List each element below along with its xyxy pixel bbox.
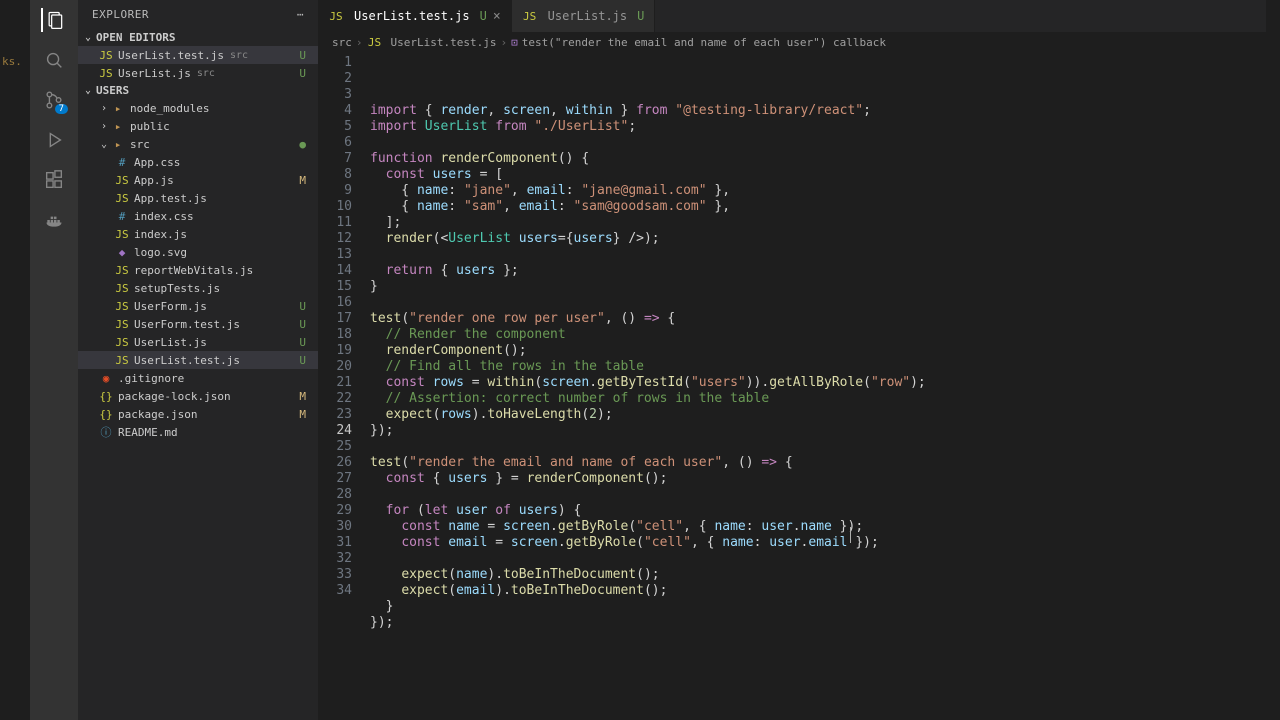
code-line[interactable]: test("render the email and name of each … [370,455,1266,471]
code-line[interactable]: expect(rows).toHaveLength(2); [370,407,1266,423]
file-item[interactable]: ⓘREADME.md [78,423,318,441]
code-line[interactable]: // Render the component [370,327,1266,343]
code-line[interactable]: ]; [370,215,1266,231]
code-line[interactable]: const name = screen.getByRole("cell", { … [370,519,1266,535]
sidebar-title: EXPLORER [92,8,149,21]
code-line[interactable]: }); [370,423,1266,439]
file-item[interactable]: ◆logo.svg [78,243,318,261]
right-edge [1266,0,1280,720]
tab-bar: JSUserList.test.jsU×JSUserList.jsU [318,0,1266,32]
editor[interactable]: 1234567891011121314151617181920212223242… [318,53,1266,720]
extensions-icon[interactable] [42,168,66,192]
file-item[interactable]: {}package-lock.jsonM [78,387,318,405]
breadcrumb[interactable]: src›JSUserList.test.js›⊡test("render the… [318,32,1266,53]
code-line[interactable]: const rows = within(screen.getByTestId("… [370,375,1266,391]
folder-item[interactable]: ›▸node_modules [78,99,318,117]
docker-icon[interactable] [42,208,66,232]
file-item[interactable]: {}package.jsonM [78,405,318,423]
breadcrumb-segment[interactable]: test("render the email and name of each … [522,36,886,49]
file-item[interactable]: JSApp.test.js [78,189,318,207]
code-line[interactable] [370,247,1266,263]
editor-area: JSUserList.test.jsU×JSUserList.jsU src›J… [318,0,1266,720]
activity-bar: 7 [30,0,78,720]
code-line[interactable]: render(<UserList users={users} />); [370,231,1266,247]
open-editors-list: JSUserList.test.jssrcUJSUserList.jssrcU [78,46,318,82]
code-line[interactable]: // Assertion: correct number of rows in … [370,391,1266,407]
code-line[interactable]: const email = screen.getByRole("cell", {… [370,535,1266,551]
debug-icon[interactable] [42,128,66,152]
code-line[interactable]: } [370,279,1266,295]
more-icon[interactable]: ⋯ [297,8,304,21]
sidebar-title-row: EXPLORER ⋯ [78,0,318,29]
js-icon: JS [522,10,538,23]
code-content[interactable]: import { render, screen, within } from "… [370,55,1266,720]
code-line[interactable]: import UserList from "./UserList"; [370,119,1266,135]
code-line[interactable]: } [370,599,1266,615]
chevron-down-icon: ⌄ [82,32,94,43]
code-line[interactable]: expect(name).toBeInTheDocument(); [370,567,1266,583]
editor-tab[interactable]: JSUserList.test.jsU× [318,0,512,32]
code-line[interactable] [370,439,1266,455]
breadcrumb-segment[interactable]: UserList.test.js [391,36,497,49]
code-line[interactable]: renderComponent(); [370,343,1266,359]
open-editors-header[interactable]: ⌄ OPEN EDITORS [78,29,318,46]
code-line[interactable]: test("render one row per user", () => { [370,311,1266,327]
code-line[interactable]: expect(email).toBeInTheDocument(); [370,583,1266,599]
file-item[interactable]: JSsetupTests.js [78,279,318,297]
file-tree: ›▸node_modules›▸public⌄▸src●#App.cssJSAp… [78,99,318,441]
search-icon[interactable] [42,48,66,72]
code-line[interactable]: // Find all the rows in the table [370,359,1266,375]
code-line[interactable]: return { users }; [370,263,1266,279]
editor-tab[interactable]: JSUserList.jsU [512,0,656,32]
chevron-down-icon: ⌄ [82,85,94,96]
close-icon[interactable]: × [493,9,501,24]
text-cursor [850,527,851,543]
code-line[interactable]: }); [370,615,1266,631]
sidebar: EXPLORER ⋯ ⌄ OPEN EDITORS JSUserList.tes… [78,0,318,720]
file-item[interactable]: ◉.gitignore [78,369,318,387]
workspace-header[interactable]: ⌄ USERS [78,82,318,99]
breadcrumb-segment[interactable]: src [332,36,352,49]
file-item[interactable]: JSindex.js [78,225,318,243]
file-item[interactable]: JSreportWebVitals.js [78,261,318,279]
file-item[interactable]: #App.css [78,153,318,171]
folder-item[interactable]: ›▸public [78,117,318,135]
line-gutter: 1234567891011121314151617181920212223242… [318,55,370,720]
code-line[interactable]: function renderComponent() { [370,151,1266,167]
code-line[interactable]: const { users } = renderComponent(); [370,471,1266,487]
code-line[interactable]: const users = [ [370,167,1266,183]
left-clip: ks. [0,0,30,720]
code-line[interactable] [370,487,1266,503]
code-line[interactable] [370,135,1266,151]
file-item[interactable]: JSUserList.jsU [78,333,318,351]
code-line[interactable]: { name: "sam", email: "sam@goodsam.com" … [370,199,1266,215]
file-item[interactable]: JSUserForm.test.jsU [78,315,318,333]
file-item[interactable]: JSUserForm.jsU [78,297,318,315]
code-line[interactable] [370,631,1266,647]
code-line[interactable] [370,295,1266,311]
code-line[interactable]: for (let user of users) { [370,503,1266,519]
code-line[interactable]: { name: "jane", email: "jane@gmail.com" … [370,183,1266,199]
explorer-icon[interactable] [41,8,65,32]
file-item[interactable]: #index.css [78,207,318,225]
folder-item[interactable]: ⌄▸src● [78,135,318,153]
open-editor-item[interactable]: JSUserList.jssrcU [78,64,318,82]
scm-badge: 7 [55,104,68,114]
file-item[interactable]: JSApp.jsM [78,171,318,189]
file-item[interactable]: JSUserList.test.jsU [78,351,318,369]
open-editor-item[interactable]: JSUserList.test.jssrcU [78,46,318,64]
source-control-icon[interactable]: 7 [42,88,66,112]
code-line[interactable]: import { render, screen, within } from "… [370,103,1266,119]
js-icon: JS [328,10,344,23]
code-line[interactable] [370,551,1266,567]
